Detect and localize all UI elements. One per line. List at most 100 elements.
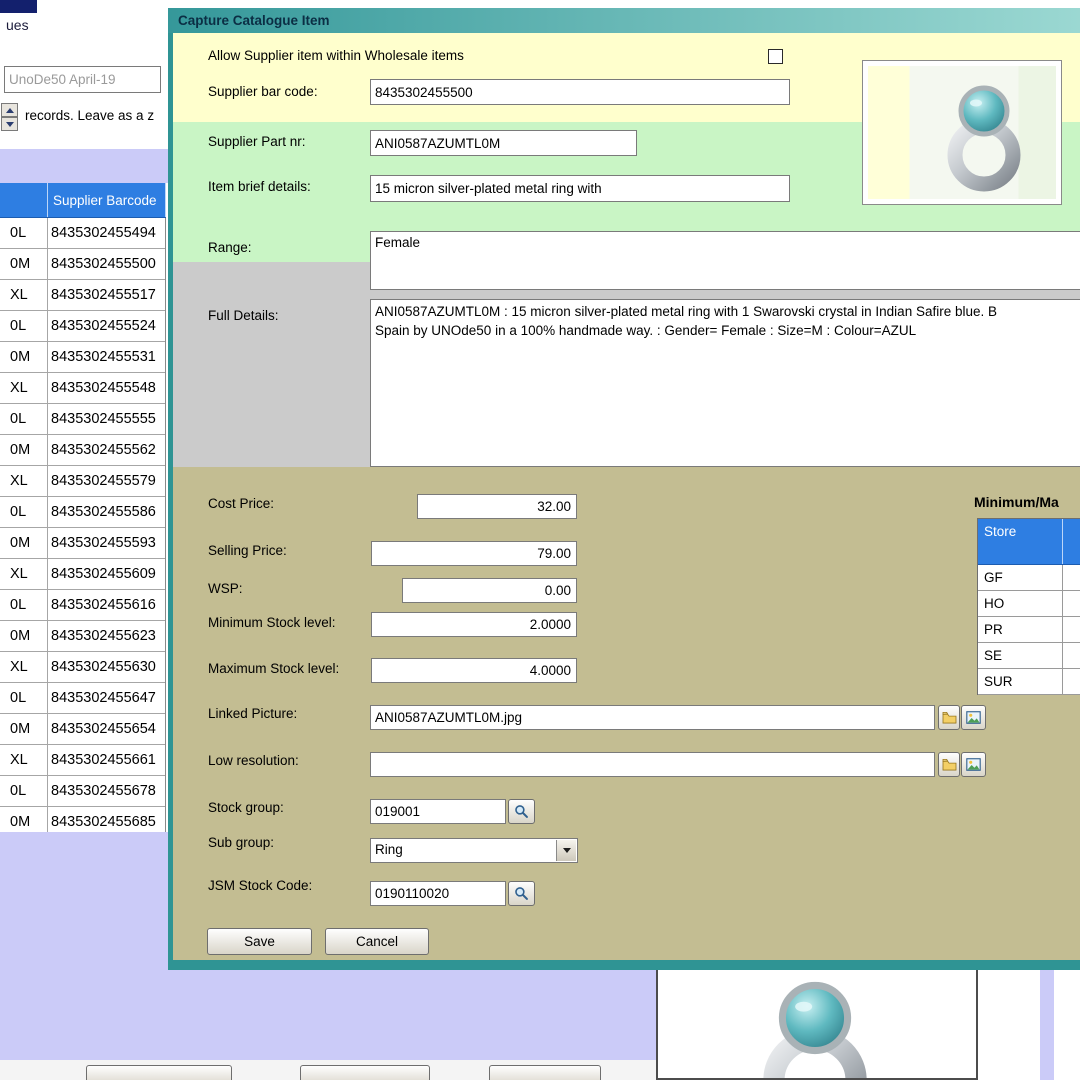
barcode-grid-row[interactable]: XL 8435302455548 — [0, 373, 165, 404]
store-value-cell — [1063, 565, 1080, 590]
barcode-grid-row[interactable]: 0L 8435302455494 — [0, 218, 165, 249]
spinner-up-button[interactable] — [1, 103, 18, 117]
linked-picture-browse-button[interactable] — [938, 705, 960, 730]
size-cell: 0M — [0, 621, 48, 651]
product-photo-box — [862, 60, 1062, 205]
supplier-barcode-input[interactable] — [370, 79, 790, 105]
bottom-button-2[interactable] — [300, 1065, 430, 1080]
linked-picture-input[interactable] — [370, 705, 935, 730]
background-lavender-strip — [0, 149, 168, 183]
bottom-button-3[interactable] — [489, 1065, 601, 1080]
allow-supplier-checkbox[interactable] — [768, 49, 783, 64]
full-details-input[interactable]: ANI0587AZUMTL0M : 15 micron silver-plate… — [370, 299, 1080, 467]
barcode-grid-row[interactable]: 0L 8435302455586 — [0, 497, 165, 528]
supplier-part-input[interactable] — [370, 130, 637, 156]
barcode-cell: 8435302455524 — [51, 318, 156, 334]
range-input[interactable]: Female — [370, 231, 1080, 290]
barcode-cell: 8435302455579 — [51, 473, 156, 489]
store-name-cell: PR — [978, 617, 1063, 642]
selling-price-input[interactable] — [371, 541, 577, 566]
stock-group-lookup-button[interactable] — [508, 799, 535, 824]
barcode-grid-row[interactable]: XL 8435302455517 — [0, 280, 165, 311]
selling-price-label: Selling Price: — [208, 543, 287, 558]
barcode-grid-row[interactable]: 0L 8435302455616 — [0, 590, 165, 621]
barcode-cell: 8435302455500 — [51, 256, 156, 272]
size-cell: 0L — [0, 311, 48, 341]
jsm-stock-code-lookup-button[interactable] — [508, 881, 535, 906]
allow-supplier-label: Allow Supplier item within Wholesale ite… — [208, 48, 464, 63]
barcode-grid-row[interactable]: 0M 8435302455623 — [0, 621, 165, 652]
store-name-cell: SUR — [978, 669, 1063, 694]
store-column-header[interactable]: Store — [978, 519, 1063, 564]
barcode-cell: 8435302455517 — [51, 287, 156, 303]
store-value-cell — [1063, 591, 1080, 616]
max-stock-input[interactable] — [371, 658, 577, 683]
store-value-cell — [1063, 669, 1080, 694]
low-resolution-view-button[interactable] — [961, 752, 986, 777]
store-value-cell — [1063, 643, 1080, 668]
barcode-grid-row[interactable]: 0L 8435302455555 — [0, 404, 165, 435]
linked-picture-view-button[interactable] — [961, 705, 986, 730]
sub-group-label: Sub group: — [208, 835, 275, 850]
save-button[interactable]: Save — [207, 928, 312, 955]
barcode-grid-row[interactable]: XL 8435302455609 — [0, 559, 165, 590]
store-row[interactable]: PR — [978, 617, 1080, 643]
barcode-grid-row[interactable]: XL 8435302455661 — [0, 745, 165, 776]
store-row[interactable]: HO — [978, 591, 1080, 617]
barcode-grid-row[interactable]: 0L 8435302455647 — [0, 683, 165, 714]
barcode-cell: 8435302455647 — [51, 690, 156, 706]
barcode-grid-row[interactable]: 0M 8435302455531 — [0, 342, 165, 373]
background-lavender-bottom-left — [0, 832, 168, 1080]
cost-price-input[interactable] — [417, 494, 577, 519]
sub-group-dropdown-button[interactable] — [556, 840, 576, 861]
bottom-right-panel — [978, 963, 1080, 1080]
sub-group-value: Ring — [375, 842, 403, 857]
barcode-grid-row[interactable]: 0M 8435302455654 — [0, 714, 165, 745]
sub-group-select[interactable]: Ring — [370, 838, 578, 863]
barcode-cell: 8435302455609 — [51, 566, 156, 582]
low-resolution-browse-button[interactable] — [938, 752, 960, 777]
store-row[interactable]: SUR — [978, 669, 1080, 695]
barcode-grid-row[interactable]: XL 8435302455630 — [0, 652, 165, 683]
jsm-stock-code-input[interactable] — [370, 881, 506, 906]
spinner-down-button[interactable] — [1, 117, 18, 131]
product-photo-panel-large — [656, 963, 978, 1080]
grid-header-supplier-barcode[interactable]: Supplier Barcode — [48, 183, 166, 217]
supplier-barcode-grid-header: Supplier Barcode — [0, 183, 166, 218]
barcode-grid-row[interactable]: 0M 8435302455562 — [0, 435, 165, 466]
dialog-titlebar[interactable]: Capture Catalogue Item — [168, 8, 1080, 33]
barcode-cell: 8435302455494 — [51, 225, 156, 241]
wsp-input[interactable] — [402, 578, 577, 603]
size-cell: 0L — [0, 776, 48, 806]
stock-group-input[interactable] — [370, 799, 506, 824]
bottom-button-1[interactable] — [86, 1065, 232, 1080]
barcode-grid-row[interactable]: 0L 8435302455524 — [0, 311, 165, 342]
store-row[interactable]: SE — [978, 643, 1080, 669]
size-cell: XL — [0, 280, 48, 310]
size-cell: 0M — [0, 342, 48, 372]
size-cell: 0L — [0, 683, 48, 713]
size-cell: 0L — [0, 590, 48, 620]
store-values-column-header[interactable] — [1063, 519, 1080, 564]
barcode-grid-row[interactable]: XL 8435302455579 — [0, 466, 165, 497]
store-row[interactable]: GF — [978, 565, 1080, 591]
cancel-button[interactable]: Cancel — [325, 928, 429, 955]
min-stock-input[interactable] — [371, 612, 577, 637]
store-name-cell: GF — [978, 565, 1063, 590]
size-cell: XL — [0, 373, 48, 403]
ring-product-image — [947, 85, 1021, 192]
dialog-bottom-border — [168, 960, 1080, 970]
size-cell: 0M — [0, 528, 48, 558]
magnifier-icon — [515, 887, 528, 900]
size-cell: 0L — [0, 497, 48, 527]
min-stock-label: Minimum Stock level: — [208, 615, 336, 630]
barcode-grid-row[interactable]: 0M 8435302455593 — [0, 528, 165, 559]
grid-header-blank[interactable] — [0, 183, 48, 217]
low-resolution-input[interactable] — [370, 752, 935, 777]
barcode-grid-row[interactable]: 0M 8435302455500 — [0, 249, 165, 280]
catalogue-filter-input[interactable] — [4, 66, 161, 93]
barcode-cell: 8435302455661 — [51, 752, 156, 768]
window-title-fragment: ues — [6, 17, 29, 33]
item-brief-input[interactable] — [370, 175, 790, 202]
barcode-grid-row[interactable]: 0L 8435302455678 — [0, 776, 165, 807]
